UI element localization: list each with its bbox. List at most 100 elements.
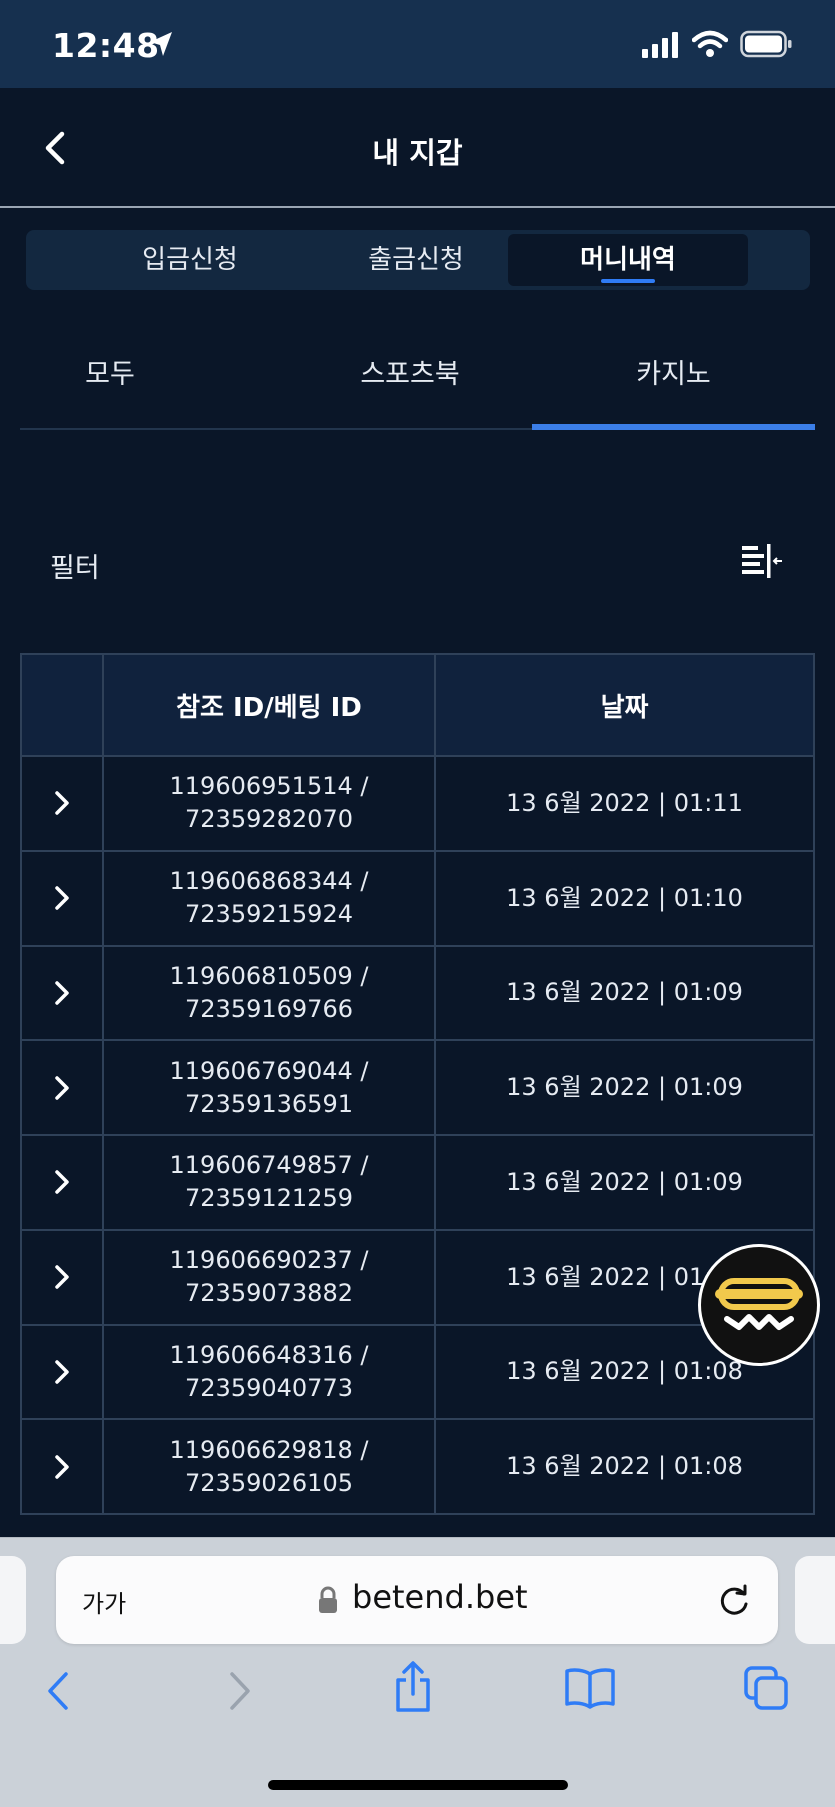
text-size-button[interactable]: 가가 <box>82 1584 126 1619</box>
tab-money-history-label: 머니내역 <box>580 245 676 275</box>
chevron-right-icon[interactable] <box>52 1168 72 1196</box>
chevron-right-icon[interactable] <box>52 789 72 817</box>
browser-back-icon[interactable] <box>44 1668 74 1714</box>
table-header-date: 날짜 <box>434 653 815 757</box>
status-time: 12:48 <box>52 26 160 65</box>
table-row[interactable]: 119606648316 / 72359040773 13 6월 2022 | … <box>20 1323 815 1421</box>
next-tab-card[interactable] <box>795 1556 835 1644</box>
previous-tab-card[interactable] <box>0 1556 26 1644</box>
subtab-casino-label: 카지노 <box>636 359 711 390</box>
chevron-right-icon[interactable] <box>52 884 72 912</box>
row-ref-id-cell: 119606690237 / 72359073882 <box>102 1228 436 1326</box>
cellular-signal-icon <box>642 32 678 58</box>
row-ref-id: 119606629818 / <box>169 1435 369 1464</box>
table-header-row: 참조 ID/베팅 ID 날짜 <box>20 653 815 757</box>
chevron-right-icon[interactable] <box>52 1453 72 1481</box>
row-date: 13 6월 2022 | 01:10 <box>434 849 815 947</box>
table-header-ref-id: 참조 ID/베팅 ID <box>102 653 436 757</box>
row-bet-id: 72359040773 <box>185 1373 353 1402</box>
row-bet-id: 72359026105 <box>185 1468 353 1497</box>
tab-money-history[interactable]: 머니내역 <box>508 234 748 286</box>
table-row[interactable]: 119606868344 / 72359215924 13 6월 2022 | … <box>20 849 815 947</box>
row-ref-id-cell: 119606810509 / 72359169766 <box>102 944 436 1042</box>
row-ref-id: 119606951514 / <box>169 772 369 801</box>
table-row[interactable]: 119606769044 / 72359136591 13 6월 2022 | … <box>20 1039 815 1136</box>
tab-withdraw-label: 출금신청 <box>368 245 464 275</box>
row-date: 13 6월 2022 | 01:09 <box>434 944 815 1042</box>
table-row[interactable]: 119606810509 / 72359169766 13 6월 2022 | … <box>20 944 815 1042</box>
row-expand-cell[interactable] <box>20 1228 104 1326</box>
tab-deposit[interactable]: 입금신청 <box>70 234 310 286</box>
chevron-right-icon[interactable] <box>52 1358 72 1386</box>
location-arrow-icon <box>150 32 172 56</box>
table-row[interactable]: 119606690237 / 72359073882 13 6월 2022 | … <box>20 1228 815 1326</box>
app-header: 내 지갑 <box>0 88 835 208</box>
row-bet-id: 72359073882 <box>185 1279 353 1308</box>
row-bet-id: 72359282070 <box>185 805 353 834</box>
status-bar: 12:48 <box>0 0 835 88</box>
url-text: betend.bet <box>352 1578 528 1616</box>
row-bet-id: 72359169766 <box>185 994 353 1023</box>
row-date: 13 6월 2022 | 01:11 <box>434 755 815 852</box>
table-row[interactable]: 119606629818 / 72359026105 13 6월 2022 | … <box>20 1418 815 1515</box>
bookmarks-icon[interactable] <box>564 1666 616 1710</box>
address-bar[interactable]: 가가 betend.bet <box>56 1556 778 1644</box>
filter-label: 필터 <box>50 553 100 584</box>
chevron-right-icon[interactable] <box>52 1074 72 1102</box>
tab-deposit-label: 입금신청 <box>142 245 238 275</box>
row-expand-cell[interactable] <box>20 1039 104 1136</box>
page-title: 내 지갑 <box>372 136 463 170</box>
row-expand-cell[interactable] <box>20 849 104 947</box>
row-date: 13 6월 2022 | 01:08 <box>434 1418 815 1515</box>
main-tabs: 입금신청 출금신청 머니내역 <box>26 230 810 290</box>
row-expand-cell[interactable] <box>20 944 104 1042</box>
reload-icon[interactable] <box>716 1582 752 1618</box>
row-ref-id-cell: 119606951514 / 72359282070 <box>102 755 436 852</box>
row-ref-id: 119606868344 / <box>169 867 369 896</box>
row-expand-cell[interactable] <box>20 1418 104 1515</box>
table-row[interactable]: 119606749857 / 72359121259 13 6월 2022 | … <box>20 1134 815 1231</box>
row-ref-id-cell: 119606629818 / 72359026105 <box>102 1418 436 1515</box>
table-row[interactable]: 119606951514 / 72359282070 13 6월 2022 | … <box>20 755 815 852</box>
share-icon[interactable] <box>392 1660 434 1714</box>
filter-collapse-icon[interactable] <box>740 542 784 582</box>
wifi-icon <box>692 30 728 57</box>
row-bet-id: 72359136591 <box>185 1089 353 1118</box>
row-ref-id-cell: 119606868344 / 72359215924 <box>102 849 436 947</box>
row-ref-id: 119606749857 / <box>169 1151 369 1180</box>
row-bet-id: 72359121259 <box>185 1184 353 1213</box>
chevron-right-icon[interactable] <box>52 1263 72 1291</box>
row-date: 13 6월 2022 | 01:09 <box>434 1039 815 1136</box>
active-tab-indicator <box>601 279 655 283</box>
row-ref-id: 119606810509 / <box>169 961 369 990</box>
table-header-expand <box>20 653 104 757</box>
row-date: 13 6월 2022 | 01:09 <box>434 1134 815 1231</box>
sub-tabs: 모두 스포츠북 카지노 <box>20 340 815 430</box>
subtab-sportsbook-label: 스포츠북 <box>360 359 460 390</box>
chat-widget-icon <box>715 1278 803 1330</box>
lock-icon <box>319 1586 337 1613</box>
tabs-icon[interactable] <box>742 1664 790 1712</box>
subtab-all-label: 모두 <box>85 359 135 390</box>
row-expand-cell[interactable] <box>20 1134 104 1231</box>
chevron-right-icon[interactable] <box>52 979 72 1007</box>
subtab-casino[interactable]: 카지노 <box>532 340 815 430</box>
row-ref-id: 119606769044 / <box>169 1056 369 1085</box>
transaction-table: 참조 ID/베팅 ID 날짜 119606951514 / 7235928207… <box>20 653 815 1515</box>
chat-widget-button[interactable] <box>698 1244 820 1366</box>
row-bet-id: 72359215924 <box>185 900 353 929</box>
row-ref-id: 119606690237 / <box>169 1246 369 1275</box>
subtab-sportsbook[interactable]: 스포츠북 <box>320 340 500 428</box>
row-ref-id-cell: 119606749857 / 72359121259 <box>102 1134 436 1231</box>
row-ref-id: 119606648316 / <box>169 1340 369 1369</box>
home-indicator <box>268 1780 568 1790</box>
row-ref-id-cell: 119606769044 / 72359136591 <box>102 1039 436 1136</box>
browser-forward-icon[interactable] <box>224 1668 254 1714</box>
row-expand-cell[interactable] <box>20 1323 104 1421</box>
tab-withdraw[interactable]: 출금신청 <box>296 234 536 286</box>
row-ref-id-cell: 119606648316 / 72359040773 <box>102 1323 436 1421</box>
row-expand-cell[interactable] <box>20 755 104 852</box>
browser-toolbar: 가가 betend.bet <box>0 1537 835 1807</box>
subtab-all[interactable]: 모두 <box>20 340 200 428</box>
battery-icon <box>740 30 792 58</box>
